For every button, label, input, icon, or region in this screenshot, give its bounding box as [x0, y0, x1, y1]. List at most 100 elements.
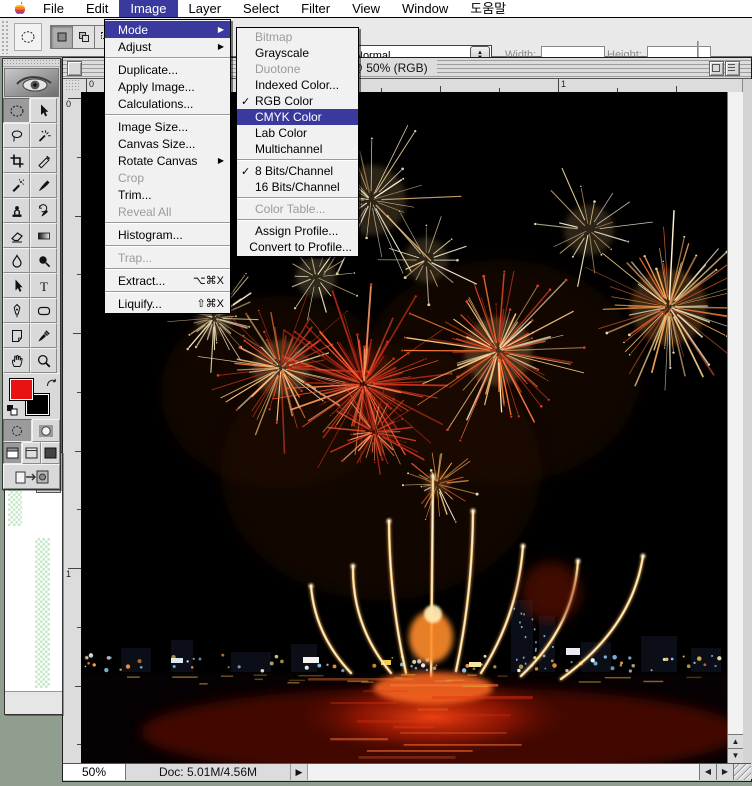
menu-item-label: CMYK Color [255, 110, 352, 124]
menu-item-label: Image Size... [118, 120, 224, 134]
menu-item-indexed-color[interactable]: Indexed Color... [237, 77, 358, 93]
menu-item-label: Trim... [118, 188, 224, 202]
slice-tool-icon [36, 153, 52, 169]
apple-menu[interactable] [6, 1, 32, 16]
scroll-up-arrow[interactable]: ▲ [728, 734, 743, 749]
zoom-box[interactable] [709, 61, 724, 76]
type-tool[interactable]: T [30, 273, 57, 298]
adobe-online-button[interactable] [4, 68, 59, 97]
menu-edit[interactable]: Edit [75, 0, 119, 17]
paintbrush-tool-icon [36, 178, 52, 194]
menu-item-assign-profile[interactable]: Assign Profile... [237, 223, 358, 239]
scroll-left-arrow[interactable]: ◀ [699, 764, 716, 781]
scroll-down-arrow[interactable]: ▼ [728, 748, 743, 763]
history-brush-tool[interactable] [30, 198, 57, 223]
notes-tool[interactable] [3, 323, 30, 348]
swap-colors-icon[interactable] [45, 376, 58, 394]
collapse-box[interactable] [725, 61, 740, 76]
jump-to-imageready-button[interactable] [3, 464, 60, 489]
menu-item-cmyk-color[interactable]: CMYK Color [237, 109, 358, 125]
crop-tool[interactable] [3, 148, 30, 173]
scroll-right-arrow[interactable]: ▶ [716, 764, 733, 781]
menu-item-extract[interactable]: Extract...⌥⌘X [105, 272, 230, 289]
path-select-tool[interactable] [3, 273, 30, 298]
menu-item-rgb-color[interactable]: ✓RGB Color [237, 93, 358, 109]
status-menu-button[interactable]: ▶ [291, 764, 308, 781]
airbrush-tool[interactable] [3, 173, 30, 198]
slice-tool[interactable] [30, 148, 57, 173]
menu-item-apply-image[interactable]: Apply Image... [105, 78, 230, 95]
menu-item-bitmap: Bitmap [237, 29, 358, 45]
zoom-tool[interactable] [30, 348, 57, 373]
toolbox-grip[interactable] [3, 59, 60, 67]
type-tool-icon: T [36, 278, 52, 294]
pen-tool[interactable] [3, 298, 30, 323]
quick-mask-button[interactable] [32, 419, 61, 442]
default-colors-icon[interactable] [6, 404, 19, 422]
menu-item-8-bits-channel[interactable]: ✓8 Bits/Channel [237, 163, 358, 179]
menu-help[interactable]: 도움말 [459, 0, 517, 17]
menu-item-trim[interactable]: Trim... [105, 186, 230, 203]
blur-tool[interactable] [3, 248, 30, 273]
shape-tool[interactable] [30, 298, 57, 323]
menu-item-histogram[interactable]: Histogram... [105, 226, 230, 243]
pen-tool-icon [9, 303, 25, 319]
menu-layer[interactable]: Layer [178, 0, 233, 17]
gradient-tool[interactable] [30, 223, 57, 248]
shortcut-label: ⌥⌘X [193, 274, 224, 287]
menu-item-image-size[interactable]: Image Size... [105, 118, 230, 135]
menu-select[interactable]: Select [232, 0, 290, 17]
menu-image[interactable]: Image [119, 0, 177, 17]
options-bar-grip[interactable] [1, 20, 10, 54]
menu-item-mode[interactable]: Mode▶ [105, 21, 230, 38]
close-box[interactable] [67, 61, 82, 76]
magic-wand-tool[interactable] [30, 123, 57, 148]
menu-filter[interactable]: Filter [290, 0, 341, 17]
hand-tool[interactable] [3, 348, 30, 373]
lasso-tool[interactable] [3, 123, 30, 148]
menu-item-adjust[interactable]: Adjust▶ [105, 38, 230, 55]
menu-item-grayscale[interactable]: Grayscale [237, 45, 358, 61]
elliptical-marquee-tool[interactable] [3, 98, 30, 123]
fullscreen-button[interactable] [41, 442, 60, 464]
resize-grip[interactable] [733, 764, 751, 781]
menu-item-label: Bitmap [255, 30, 352, 44]
menu-item-calculations[interactable]: Calculations... [105, 95, 230, 112]
new-selection-button[interactable] [50, 25, 73, 49]
menu-item-canvas-size[interactable]: Canvas Size... [105, 135, 230, 152]
eyedropper-tool[interactable] [30, 323, 57, 348]
standard-screen-button[interactable] [3, 442, 22, 464]
ruler-origin[interactable] [65, 79, 82, 93]
menu-item-16-bits-channel[interactable]: 16 Bits/Channel [237, 179, 358, 195]
menu-item-label: Apply Image... [118, 80, 224, 94]
vertical-scrollbar[interactable]: ▲ ▼ [727, 92, 743, 763]
menu-item-duplicate[interactable]: Duplicate... [105, 61, 230, 78]
horizontal-scrollbar[interactable] [308, 764, 699, 781]
palette-footer [5, 691, 62, 714]
foreground-color-swatch[interactable] [9, 378, 34, 401]
menu-item-lab-color[interactable]: Lab Color [237, 125, 358, 141]
menu-window[interactable]: Window [391, 0, 459, 17]
menu-item-label: 8 Bits/Channel [255, 164, 352, 178]
clone-stamp-tool[interactable] [3, 198, 30, 223]
eye-image [5, 69, 58, 96]
menu-item-label: Calculations... [118, 97, 224, 111]
move-tool[interactable] [30, 98, 57, 123]
dodge-tool[interactable] [30, 248, 57, 273]
fullscreen-menubar-button[interactable] [22, 442, 41, 464]
menu-item-liquify[interactable]: Liquify...⇧⌘X [105, 295, 230, 312]
menu-item-multichannel[interactable]: Multichannel [237, 141, 358, 157]
menu-view[interactable]: View [341, 0, 391, 17]
menu-item-rotate-canvas[interactable]: Rotate Canvas▶ [105, 152, 230, 169]
standard-mode-button[interactable] [3, 419, 32, 442]
eraser-tool[interactable] [3, 223, 30, 248]
zoom-level-field[interactable]: 50% [63, 764, 126, 781]
palette-pattern-swatch[interactable] [35, 538, 50, 688]
add-to-selection-button[interactable] [73, 25, 95, 49]
menu-item-convert-to-profile[interactable]: Convert to Profile... [237, 239, 358, 255]
menu-item-crop: Crop [105, 169, 230, 186]
paintbrush-tool[interactable] [30, 173, 57, 198]
menu-file[interactable]: File [32, 0, 75, 17]
menu-item-reveal-all: Reveal All [105, 203, 230, 220]
menu-item-label: Crop [118, 171, 224, 185]
